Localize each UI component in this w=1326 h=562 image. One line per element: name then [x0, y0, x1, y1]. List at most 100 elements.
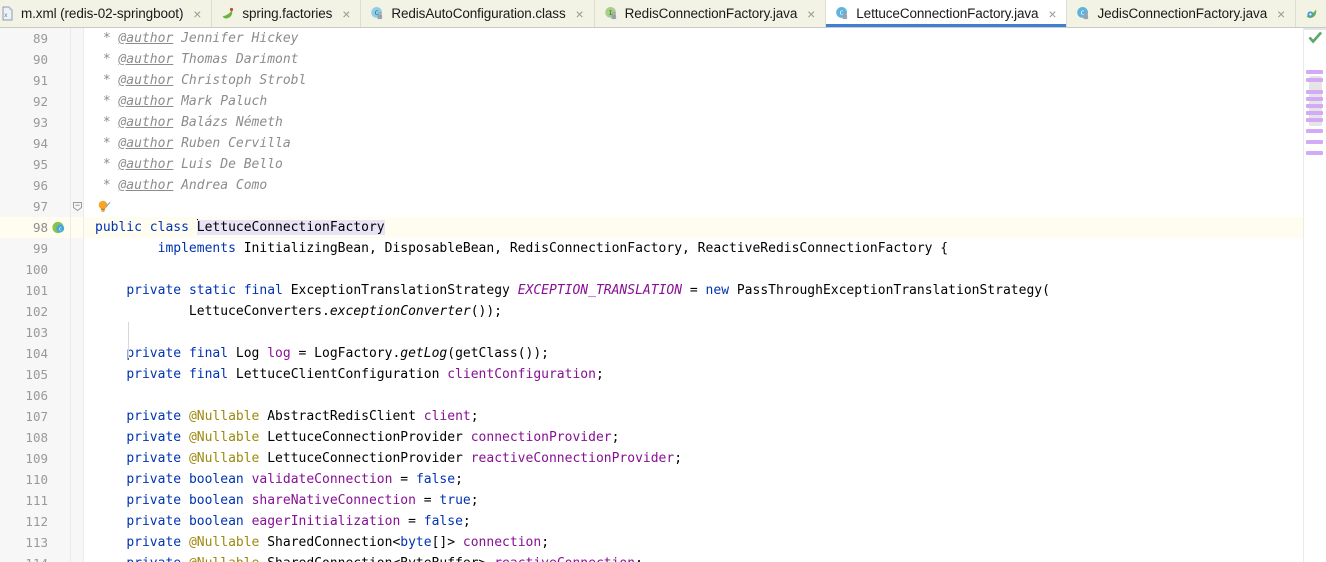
editor-marker-bar[interactable]	[1303, 28, 1326, 562]
close-icon[interactable]: ×	[805, 7, 817, 21]
java-interface-locked-icon: I	[604, 6, 619, 21]
code-row: private boolean shareNativeConnection = …	[84, 490, 1303, 511]
fold-row	[71, 70, 83, 91]
marker-stripe[interactable]	[1306, 104, 1323, 108]
close-icon[interactable]: ×	[191, 7, 203, 21]
marker-stripe[interactable]	[1306, 118, 1323, 122]
field-declaration-line: private @Nullable LettuceConnectionProvi…	[126, 451, 683, 466]
line-number: 93	[32, 115, 48, 130]
fold-row	[71, 469, 83, 490]
gutter-row: 97	[0, 196, 70, 217]
fold-row	[71, 322, 83, 343]
code-row: * @author Luis De Bello	[84, 154, 1303, 175]
class-declaration-line: public class LettuceConnectionFactory	[95, 219, 385, 235]
fold-row	[71, 343, 83, 364]
xml-file-icon: x	[0, 6, 15, 21]
editor-tab-application-properties[interactable]: application.	[1296, 0, 1326, 27]
line-number: 97	[32, 199, 48, 214]
code-row: private boolean validateConnection = fal…	[84, 469, 1303, 490]
fold-row	[71, 490, 83, 511]
marker-stripe[interactable]	[1306, 97, 1323, 101]
editor-tab-redisautoconfiguration-class[interactable]: C RedisAutoConfiguration.class ×	[361, 0, 595, 27]
gutter-row: 103	[0, 322, 70, 343]
close-icon[interactable]: ×	[340, 7, 352, 21]
ide-window: x m.xml (redis-02-springboot) × spring.f…	[0, 0, 1326, 562]
gutter-row: 111	[0, 490, 70, 511]
code-text-area[interactable]: * @author Jennifer Hickey * @author Thom…	[84, 28, 1303, 562]
fold-row	[71, 511, 83, 532]
close-icon[interactable]: ×	[1275, 7, 1287, 21]
marker-stripe[interactable]	[1306, 90, 1323, 94]
line-number: 110	[25, 472, 48, 487]
field-declaration-line: private final LettuceClientConfiguration…	[126, 367, 604, 382]
close-icon[interactable]: ×	[574, 7, 586, 21]
editor-tab-jedisconnectionfactory-java[interactable]: C JedisConnectionFactory.java ×	[1067, 0, 1297, 27]
editor-tab-redisconnectionfactory-java[interactable]: I RedisConnectionFactory.java ×	[594, 0, 827, 27]
gutter-row: 104	[0, 343, 70, 364]
javadoc-author-line: * @author Luis De Bello	[95, 157, 283, 172]
editor-gutter[interactable]: 89 90 91 92 93 94 95 96 97 98 c 99 100 1…	[0, 28, 71, 562]
editor-tab-spring-factories[interactable]: spring.factories ×	[212, 0, 362, 27]
marker-stripe[interactable]	[1306, 70, 1323, 74]
java-class-locked-icon: C	[1076, 6, 1091, 21]
gutter-row: 114	[0, 553, 70, 562]
fold-row	[71, 217, 83, 238]
spring-leaf-icon	[221, 6, 236, 21]
code-row: private static final ExceptionTranslatio…	[84, 280, 1303, 301]
editor-tab-lettuceconnectionfactory-java[interactable]: C LettuceConnectionFactory.java ×	[826, 0, 1068, 27]
javadoc-author-line: * @author Thomas Darimont	[95, 52, 299, 67]
line-number: 95	[32, 157, 48, 172]
code-row: private @Nullable LettuceConnectionProvi…	[84, 448, 1303, 469]
class-marker-icon[interactable]: c	[51, 220, 66, 235]
marker-stripe[interactable]	[1306, 151, 1323, 155]
line-number: 106	[25, 388, 48, 403]
green-check-icon[interactable]	[1308, 31, 1323, 44]
implements-clause-line: implements InitializingBean, DisposableB…	[157, 241, 949, 256]
fold-row	[71, 280, 83, 301]
marker-top-divider	[1304, 28, 1326, 30]
field-declaration-line: private boolean validateConnection = fal…	[126, 472, 463, 487]
spring-config-icon	[1305, 6, 1320, 21]
line-number: 103	[25, 325, 48, 340]
fold-row	[71, 301, 83, 322]
marker-stripe[interactable]	[1306, 78, 1323, 82]
field-declaration-line: private @Nullable AbstractRedisClient cl…	[126, 409, 479, 424]
fold-row-collapse[interactable]	[71, 196, 83, 217]
gutter-row: 91	[0, 70, 70, 91]
gutter-row: 102	[0, 301, 70, 322]
code-row: LettuceConverters.exceptionConverter());	[84, 301, 1303, 322]
gutter-row: 101	[0, 280, 70, 301]
line-number: 114	[0, 553, 70, 562]
close-icon[interactable]: ×	[1046, 7, 1058, 21]
marker-stripe[interactable]	[1306, 129, 1323, 133]
code-row: * @author Jennifer Hickey	[84, 28, 1303, 49]
marker-stripe[interactable]	[1306, 140, 1323, 144]
editor-tab-label: RedisConnectionFactory.java	[624, 6, 798, 21]
code-row: private @Nullable SharedConnection<ByteB…	[84, 553, 1303, 562]
code-row: private final LettuceClientConfiguration…	[84, 364, 1303, 385]
gutter-row: 107	[0, 406, 70, 427]
code-row: * @author Christoph Strobl	[84, 70, 1303, 91]
line-number: 91	[32, 73, 48, 88]
marker-stripe[interactable]	[1306, 111, 1323, 115]
line-number: 92	[32, 94, 48, 109]
gutter-row: 110	[0, 469, 70, 490]
field-continuation-line: LettuceConverters.exceptionConverter());	[95, 304, 503, 319]
line-number: 99	[32, 241, 48, 256]
gutter-row-caret: 98 c	[0, 217, 70, 238]
editor-tab-bar: x m.xml (redis-02-springboot) × spring.f…	[0, 0, 1326, 28]
code-row: private @Nullable LettuceConnectionProvi…	[84, 427, 1303, 448]
editor-tab-pom-xml[interactable]: x m.xml (redis-02-springboot) ×	[0, 0, 213, 27]
fold-row	[71, 385, 83, 406]
line-number: 107	[25, 409, 48, 424]
line-number: 111	[25, 493, 48, 508]
editor-fold-column[interactable]	[71, 28, 84, 562]
fold-collapse-icon[interactable]	[71, 199, 83, 216]
editor-tab-label: spring.factories	[242, 6, 333, 21]
fold-row	[71, 406, 83, 427]
svg-text:x: x	[4, 12, 8, 19]
svg-text:c: c	[59, 227, 62, 233]
editor-tab-label: RedisAutoConfiguration.class	[391, 6, 566, 21]
